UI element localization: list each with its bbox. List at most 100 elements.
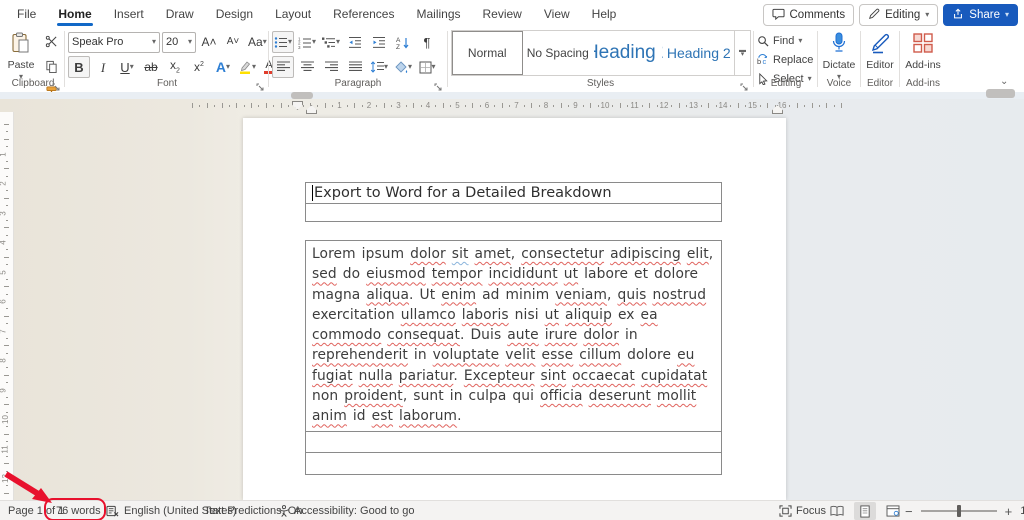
style-normal[interactable]: Normal xyxy=(452,31,523,75)
ruler-tick xyxy=(251,103,252,108)
accessibility-indicator[interactable]: Accessibility: Good to go xyxy=(278,501,414,520)
menu-item-draw[interactable]: Draw xyxy=(157,2,203,26)
align-left-button[interactable] xyxy=(272,56,294,78)
copy-button[interactable] xyxy=(40,55,62,77)
menu-item-design[interactable]: Design xyxy=(207,2,262,26)
empty-table-row[interactable] xyxy=(306,432,721,453)
horizontal-ruler[interactable]: 12345678910111213141516 xyxy=(0,99,1024,112)
font-size-combobox[interactable]: 20▾ xyxy=(162,32,196,53)
shrink-font-button[interactable]: A˅ xyxy=(222,31,244,53)
body-table[interactable]: Lorem ipsum dolor sit amet, consectetur … xyxy=(305,240,722,475)
menu-item-mailings[interactable]: Mailings xyxy=(407,2,469,26)
style-heading-1[interactable]: Heading 1 xyxy=(593,31,664,75)
editing-mode-button[interactable]: Editing ▾ xyxy=(859,4,938,26)
subscript-button[interactable]: x2 xyxy=(164,56,186,78)
horizontal-scroll-thumb[interactable] xyxy=(291,92,313,99)
ruler-tick xyxy=(826,103,827,108)
font-name-combobox[interactable]: Speak Pro▾ xyxy=(68,32,160,53)
bold-button[interactable]: B xyxy=(68,56,90,78)
align-center-button[interactable] xyxy=(296,56,318,78)
document-title-cell[interactable]: Export to Word for a Detailed Breakdown xyxy=(306,183,721,204)
find-button[interactable]: Find▾ xyxy=(757,32,813,49)
style-no-spacing[interactable]: No Spacing xyxy=(523,31,594,75)
replace-button[interactable]: bcReplace xyxy=(757,51,813,68)
ruler-tick xyxy=(266,103,267,108)
web-layout-button[interactable] xyxy=(882,502,904,520)
empty-table-row[interactable] xyxy=(306,204,721,221)
ruler-tick xyxy=(258,105,259,107)
bullets-button[interactable]: ▾ xyxy=(272,31,294,53)
print-layout-button[interactable] xyxy=(854,502,876,520)
empty-table-row[interactable] xyxy=(306,453,721,474)
menu-item-references[interactable]: References xyxy=(324,2,403,26)
ruler-tick xyxy=(207,103,208,108)
zoom-slider-thumb[interactable] xyxy=(957,505,961,517)
ruler-tick xyxy=(797,103,798,108)
document-page[interactable]: Export to Word for a Detailed Breakdown … xyxy=(243,118,786,500)
change-case-button[interactable]: Aa▾ xyxy=(246,31,269,53)
ruler-tick xyxy=(362,105,363,107)
vertical-ruler-tick xyxy=(6,382,8,383)
menu-item-layout[interactable]: Layout xyxy=(266,2,320,26)
scroll-corner-thumb[interactable] xyxy=(986,89,1015,98)
cut-button[interactable] xyxy=(40,30,62,52)
hanging-indent-marker[interactable] xyxy=(306,105,317,114)
focus-button[interactable]: Focus xyxy=(779,501,826,520)
zoom-level[interactable]: 100% xyxy=(1020,505,1024,517)
first-line-indent-marker[interactable] xyxy=(292,101,303,110)
show-formatting-button[interactable]: ¶ xyxy=(416,31,438,53)
increase-indent-button[interactable] xyxy=(368,31,390,53)
sort-button[interactable]: AZ xyxy=(392,31,414,53)
vertical-ruler-number: 11 xyxy=(1,445,10,453)
justify-button[interactable] xyxy=(344,56,366,78)
word-count[interactable]: 76 words xyxy=(56,501,101,520)
focus-icon xyxy=(779,505,792,517)
vertical-ruler-tick xyxy=(6,471,8,472)
body-line: commodo consequat. Duis aute irure dolor… xyxy=(312,325,721,345)
read-mode-button[interactable] xyxy=(826,502,848,520)
zoom-in-button[interactable]: + xyxy=(1005,504,1013,519)
menu-item-review[interactable]: Review xyxy=(474,2,531,26)
styles-gallery-more-button[interactable]: ▬▾ xyxy=(734,31,750,75)
borders-button[interactable]: ▾ xyxy=(416,56,438,78)
ruler-tick xyxy=(229,105,230,107)
decrease-indent-button[interactable] xyxy=(344,31,366,53)
ruler-tick xyxy=(244,105,245,107)
menu-item-file[interactable]: File xyxy=(8,2,45,26)
line-spacing-button[interactable]: ▾ xyxy=(368,56,390,78)
font-dialog-launcher[interactable] xyxy=(256,79,265,88)
body-line: reprehenderit in voluptate velit esse ci… xyxy=(312,345,721,365)
paragraph-dialog-launcher[interactable] xyxy=(434,79,443,88)
multilevel-list-button[interactable]: ▾ xyxy=(320,31,342,53)
menu-item-view[interactable]: View xyxy=(535,2,579,26)
shading-button[interactable]: ▾ xyxy=(392,56,414,78)
clipboard-dialog-launcher[interactable] xyxy=(52,79,61,88)
comments-button[interactable]: Comments xyxy=(763,4,855,26)
numbering-button[interactable]: 123▾ xyxy=(296,31,318,53)
focus-label: Focus xyxy=(796,505,826,517)
zoom-out-button[interactable]: − xyxy=(905,504,913,519)
ruler-tick xyxy=(509,105,510,107)
styles-dialog-launcher[interactable] xyxy=(740,79,749,88)
proofing-errors-button[interactable] xyxy=(106,501,119,520)
style-heading-2[interactable]: Heading 2 xyxy=(664,31,735,75)
superscript-button[interactable]: x2 xyxy=(188,56,210,78)
italic-button[interactable]: I xyxy=(92,56,114,78)
menu-item-insert[interactable]: Insert xyxy=(105,2,153,26)
share-button[interactable]: Share ▾ xyxy=(943,4,1018,26)
grow-font-button[interactable]: A˄ xyxy=(198,31,220,53)
highlight-color-button[interactable]: ▾ xyxy=(236,56,258,78)
menu-item-home[interactable]: Home xyxy=(49,2,100,26)
underline-button[interactable]: U▾ xyxy=(116,56,138,78)
text-effects-button[interactable]: A▾ xyxy=(212,56,234,78)
style-item-label: Heading 1 xyxy=(593,42,664,64)
collapse-ribbon-chevron-icon[interactable]: ⌄ xyxy=(1000,76,1008,87)
align-right-button[interactable] xyxy=(320,56,342,78)
zoom-slider[interactable] xyxy=(921,510,997,512)
strikethrough-button[interactable]: ab xyxy=(140,56,162,78)
vertical-ruler[interactable]: 123456789101112 xyxy=(0,112,14,500)
menu-item-help[interactable]: Help xyxy=(583,2,626,26)
title-table[interactable]: Export to Word for a Detailed Breakdown xyxy=(305,182,722,222)
body-text[interactable]: Lorem ipsum dolor sit amet, consectetur … xyxy=(306,241,721,432)
ruler-number: 5 xyxy=(455,101,459,110)
